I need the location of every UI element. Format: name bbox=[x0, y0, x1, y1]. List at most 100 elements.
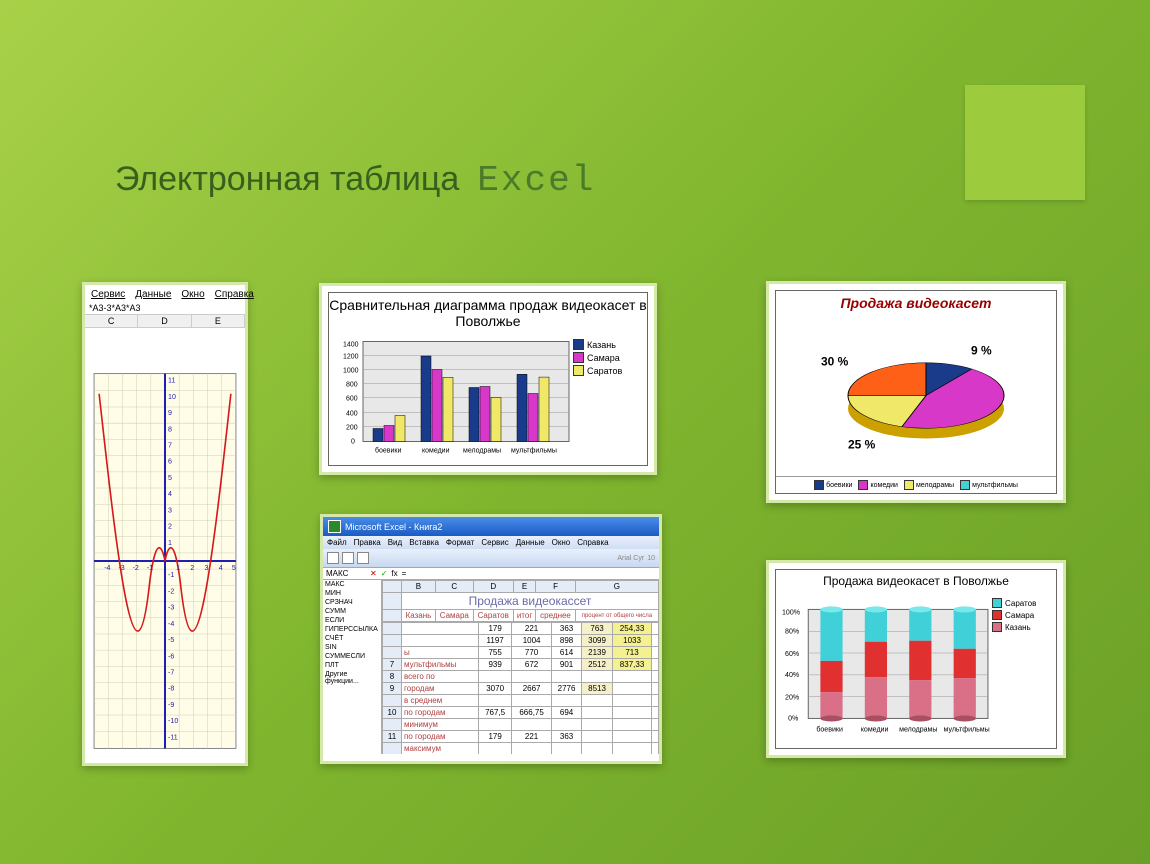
svg-text:60%: 60% bbox=[785, 651, 800, 658]
menu-item[interactable]: Вставка bbox=[409, 538, 439, 547]
pie-area: 9 % 30 % 25 % bbox=[776, 315, 1056, 476]
table-title: Продажа видеокассет bbox=[402, 593, 659, 610]
window-titlebar: Microsoft Excel - Книга2 bbox=[323, 517, 659, 536]
spreadsheet-grid[interactable]: BCDEFG Продажа видеокассет КазаньСамараС… bbox=[382, 580, 659, 754]
toolbar-icon[interactable] bbox=[357, 552, 369, 564]
menu-item[interactable]: Окно bbox=[552, 538, 571, 547]
fx-icon[interactable]: fx bbox=[391, 569, 397, 578]
pie-label: 25 % bbox=[848, 438, 876, 452]
legend-label: Казань bbox=[587, 340, 616, 350]
svg-text:5: 5 bbox=[168, 474, 172, 482]
toolbar: Arial Cyr 10 bbox=[323, 549, 659, 568]
menubar: Файл Правка Вид Вставка Формат Сервис Да… bbox=[323, 536, 659, 549]
svg-text:3: 3 bbox=[168, 506, 172, 514]
func-item[interactable]: ПЛТ bbox=[323, 661, 381, 670]
func-item[interactable]: ЕСЛИ bbox=[323, 616, 381, 625]
func-item[interactable]: СРЗНАЧ bbox=[323, 598, 381, 607]
svg-text:мелодрамы: мелодрамы bbox=[463, 448, 501, 455]
cell-name[interactable]: МАКС bbox=[326, 569, 366, 578]
svg-text:-11: -11 bbox=[168, 733, 178, 741]
menu-item[interactable]: Сервис bbox=[481, 538, 508, 547]
func-item[interactable]: Другие функции... bbox=[323, 670, 381, 686]
svg-text:11: 11 bbox=[168, 377, 175, 385]
svg-text:-2: -2 bbox=[133, 564, 139, 572]
svg-text:1200: 1200 bbox=[343, 354, 359, 361]
legend-label: Казань bbox=[1005, 623, 1031, 632]
func-item[interactable]: СУММЕСЛИ bbox=[323, 652, 381, 661]
svg-text:боевики: боевики bbox=[375, 447, 401, 455]
svg-text:-8: -8 bbox=[168, 685, 174, 693]
col-header[interactable]: C bbox=[85, 315, 138, 327]
menu-item[interactable]: Правка bbox=[354, 538, 381, 547]
svg-text:-10: -10 bbox=[168, 717, 178, 725]
func-item[interactable]: МИН bbox=[323, 589, 381, 598]
legend-label: Самара bbox=[587, 353, 620, 363]
panel-excel-window: Microsoft Excel - Книга2 Файл Правка Вид… bbox=[320, 514, 662, 764]
svg-text:1000: 1000 bbox=[343, 368, 359, 375]
svg-text:800: 800 bbox=[346, 382, 358, 389]
col-header[interactable]: E bbox=[192, 315, 245, 327]
svg-text:80%: 80% bbox=[785, 629, 800, 636]
panel-stacked-bar: Продажа видеокасет в Поволжье 0% 20% 40% 60… bbox=[766, 560, 1066, 758]
menu-item[interactable]: Данные bbox=[135, 289, 171, 300]
svg-text:5: 5 bbox=[232, 564, 236, 572]
svg-text:20%: 20% bbox=[785, 694, 800, 701]
title-part2: Excel bbox=[477, 160, 595, 201]
svg-text:4: 4 bbox=[168, 490, 172, 498]
slide-title: Электронная таблица Excel bbox=[115, 160, 595, 201]
svg-text:0%: 0% bbox=[788, 715, 799, 722]
panel-pie-chart: Продажа видеокасет 9 % 30 % 25 % боевики… bbox=[766, 281, 1066, 503]
svg-text:-7: -7 bbox=[168, 668, 174, 676]
svg-text:1: 1 bbox=[176, 564, 180, 572]
svg-text:1: 1 bbox=[168, 539, 172, 547]
toolbar-icon[interactable] bbox=[342, 552, 354, 564]
menu-item[interactable]: Окно bbox=[181, 289, 204, 300]
stacked-chart-area: 0%20%40%60%80%100% боевикикомедиимелодра… bbox=[780, 596, 992, 744]
col-header[interactable]: D bbox=[138, 315, 191, 327]
chart-legend: Казань Самара Саратов bbox=[573, 337, 643, 462]
menu-item[interactable]: Справка bbox=[215, 289, 254, 300]
func-item[interactable]: СУММ bbox=[323, 607, 381, 616]
menu-item[interactable]: Справка bbox=[577, 538, 608, 547]
svg-text:-5: -5 bbox=[168, 636, 174, 644]
title-part1: Электронная таблица bbox=[115, 160, 459, 199]
legend-label: комедии bbox=[870, 482, 898, 489]
formula-bar[interactable]: *A3-3*A3*A3 bbox=[85, 302, 245, 315]
svg-text:200: 200 bbox=[346, 425, 358, 432]
legend-label: боевики bbox=[826, 482, 852, 489]
func-item[interactable]: ГИПЕРССЫЛКА bbox=[323, 625, 381, 634]
func-item[interactable]: СЧЁТ bbox=[323, 634, 381, 643]
svg-text:-1: -1 bbox=[147, 564, 153, 572]
excel-icon bbox=[328, 520, 341, 533]
svg-text:40%: 40% bbox=[785, 672, 800, 679]
svg-text:6: 6 bbox=[168, 458, 172, 466]
svg-text:400: 400 bbox=[346, 411, 358, 418]
function-list: МАКС МИН СРЗНАЧ СУММ ЕСЛИ ГИПЕРССЫЛКА СЧ… bbox=[323, 580, 382, 754]
confirm-icon[interactable]: ✓ bbox=[381, 569, 388, 578]
svg-text:-9: -9 bbox=[168, 701, 174, 709]
svg-text:-4: -4 bbox=[168, 620, 174, 628]
chart-title: Сравнительная диаграмма продаж видеокасе… bbox=[329, 293, 647, 333]
svg-text:-4: -4 bbox=[104, 564, 110, 572]
svg-text:10: 10 bbox=[168, 393, 176, 401]
svg-text:мультфильмы: мультфильмы bbox=[511, 448, 557, 455]
cancel-icon[interactable]: ✕ bbox=[370, 569, 377, 578]
menu-item[interactable]: Файл bbox=[327, 538, 347, 547]
func-item[interactable]: МАКС bbox=[323, 580, 381, 589]
menu-item[interactable]: Формат bbox=[446, 538, 474, 547]
toolbar-icon[interactable] bbox=[327, 552, 339, 564]
svg-text:2: 2 bbox=[168, 523, 172, 531]
svg-text:-1: -1 bbox=[168, 571, 174, 579]
legend-label: мультфильмы bbox=[972, 482, 1018, 489]
svg-text:боевики: боевики bbox=[816, 726, 843, 734]
svg-text:комедии: комедии bbox=[861, 727, 889, 734]
func-item[interactable]: SIN bbox=[323, 643, 381, 652]
pie-title: Продажа видеокасет bbox=[776, 291, 1056, 315]
menu-item[interactable]: Сервис bbox=[91, 289, 125, 300]
stacked-title: Продажа видеокасет в Поволжье bbox=[776, 570, 1056, 592]
svg-text:мелодрамы: мелодрамы bbox=[899, 727, 937, 734]
menu-item[interactable]: Вид bbox=[388, 538, 402, 547]
menu-item[interactable]: Данные bbox=[516, 538, 545, 547]
line-plot: 1110987654321 -1-2-3-4-5-6-7-8-9-10-11 -… bbox=[89, 366, 241, 756]
legend-label: Саратов bbox=[1005, 599, 1036, 608]
